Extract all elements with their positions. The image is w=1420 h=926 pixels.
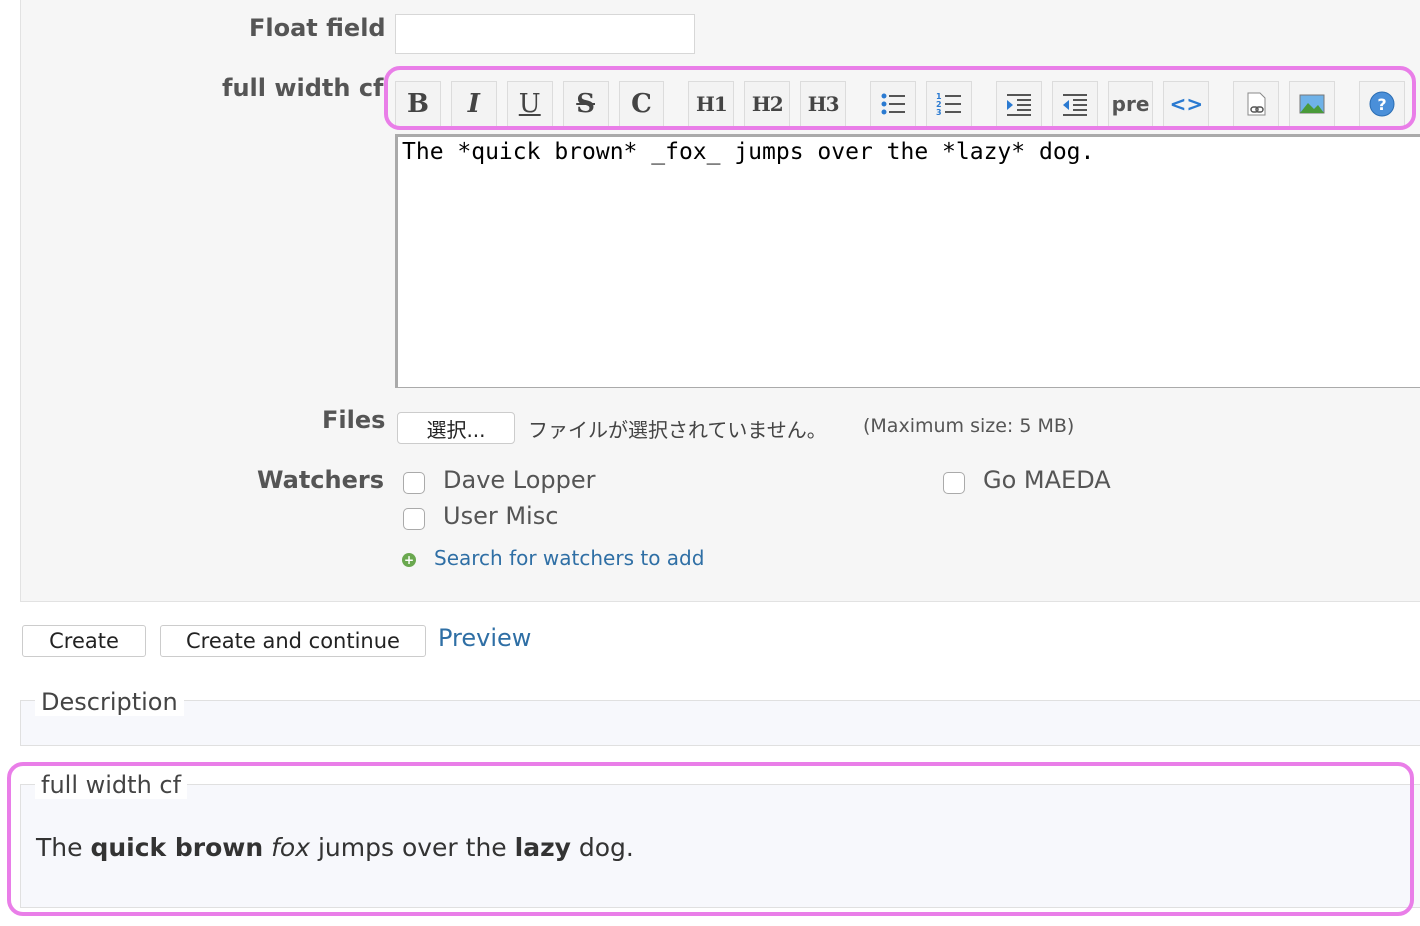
help-icon: ?: [1369, 91, 1395, 117]
watcher-name-dave: Dave Lopper: [443, 466, 596, 494]
bold-label: B: [406, 89, 429, 119]
link-icon: [1247, 92, 1266, 116]
float-field-input[interactable]: [395, 14, 695, 54]
watchers-label: Watchers: [257, 466, 384, 494]
outdent-button[interactable]: [1051, 81, 1098, 127]
choose-file-button[interactable]: 選択...: [397, 412, 515, 444]
watcher-checkbox-go[interactable]: [943, 472, 965, 494]
description-legend: Description: [35, 688, 184, 716]
search-watchers-link[interactable]: Search for watchers to add: [434, 546, 704, 570]
ordered-list-button[interactable]: 1 2 3: [925, 81, 972, 127]
create-button[interactable]: Create: [22, 625, 146, 657]
underline-button[interactable]: U: [506, 81, 553, 127]
code-inline-label: C: [631, 89, 652, 119]
create-continue-label: Create and continue: [186, 629, 400, 653]
fullwidth-legend: full width cf: [35, 771, 188, 799]
description-preview-fieldset: [20, 700, 1420, 746]
max-size-text: (Maximum size: 5 MB): [863, 415, 1075, 437]
svg-text:?: ?: [1377, 95, 1386, 114]
svg-text:3: 3: [936, 108, 942, 117]
heading-3-button[interactable]: H3: [800, 81, 847, 127]
choose-file-label: 選択...: [426, 417, 486, 442]
preview-text-part: jumps over the: [310, 833, 515, 862]
heading-1-label: H1: [695, 92, 728, 116]
italic-label: I: [467, 89, 480, 119]
preformatted-button[interactable]: pre: [1107, 81, 1154, 127]
heading-2-button[interactable]: H2: [744, 81, 791, 127]
create-continue-button[interactable]: Create and continue: [160, 625, 426, 657]
wiki-toolbar: B I U S C H1 H2 H3 1 2 3 pre <> ?: [395, 79, 1415, 129]
numbered-list-icon: 1 2 3: [936, 92, 961, 117]
strikethrough-button[interactable]: S: [562, 81, 609, 127]
preview-text-part: dog.: [570, 833, 634, 862]
code-inline-button[interactable]: C: [618, 81, 665, 127]
heading-3-label: H3: [807, 92, 840, 116]
image-button[interactable]: [1289, 81, 1336, 127]
unordered-list-button[interactable]: [870, 81, 916, 127]
add-watcher-icon: +: [402, 553, 416, 567]
create-label: Create: [49, 629, 119, 653]
heading-2-label: H2: [751, 92, 784, 116]
no-file-text: ファイルが選択されていません。: [528, 418, 827, 442]
code-highlight-button[interactable]: <>: [1163, 81, 1210, 127]
preview-text-part: [263, 833, 271, 862]
preview-rendered-text: The quick brown fox jumps over the lazy …: [36, 833, 634, 862]
strikethrough-label: S: [576, 89, 595, 119]
editor-text: The *quick brown* _fox_ jumps over the *…: [402, 139, 1095, 165]
watcher-name-user: User Misc: [443, 502, 559, 530]
files-label: Files: [322, 406, 386, 434]
preview-italic-text: fox: [271, 833, 311, 862]
link-button[interactable]: [1233, 81, 1280, 127]
indent-button[interactable]: [995, 81, 1042, 127]
code-highlight-label: <>: [1169, 92, 1204, 116]
heading-1-button[interactable]: H1: [688, 81, 735, 127]
image-icon: [1299, 94, 1325, 114]
preview-bold-text: quick brown: [90, 833, 264, 862]
preview-bold-text: lazy: [514, 833, 571, 862]
full-width-textarea[interactable]: The *quick brown* _fox_ jumps over the *…: [395, 134, 1420, 388]
watcher-name-go: Go MAEDA: [983, 466, 1111, 494]
watcher-checkbox-user[interactable]: [403, 508, 425, 530]
preview-link[interactable]: Preview: [438, 624, 531, 652]
full-width-label: full width cf: [222, 74, 384, 102]
underline-label: U: [518, 89, 541, 119]
indent-icon: [1006, 94, 1031, 116]
italic-button[interactable]: I: [450, 81, 497, 127]
float-field-label: Float field: [249, 14, 386, 42]
bold-button[interactable]: B: [395, 81, 441, 127]
watcher-checkbox-dave[interactable]: [403, 472, 425, 494]
help-button[interactable]: ?: [1359, 81, 1405, 127]
outdent-icon: [1062, 94, 1087, 116]
bullet-list-icon: [881, 93, 905, 115]
preformatted-label: pre: [1111, 92, 1150, 116]
preview-text-part: The: [36, 833, 91, 862]
